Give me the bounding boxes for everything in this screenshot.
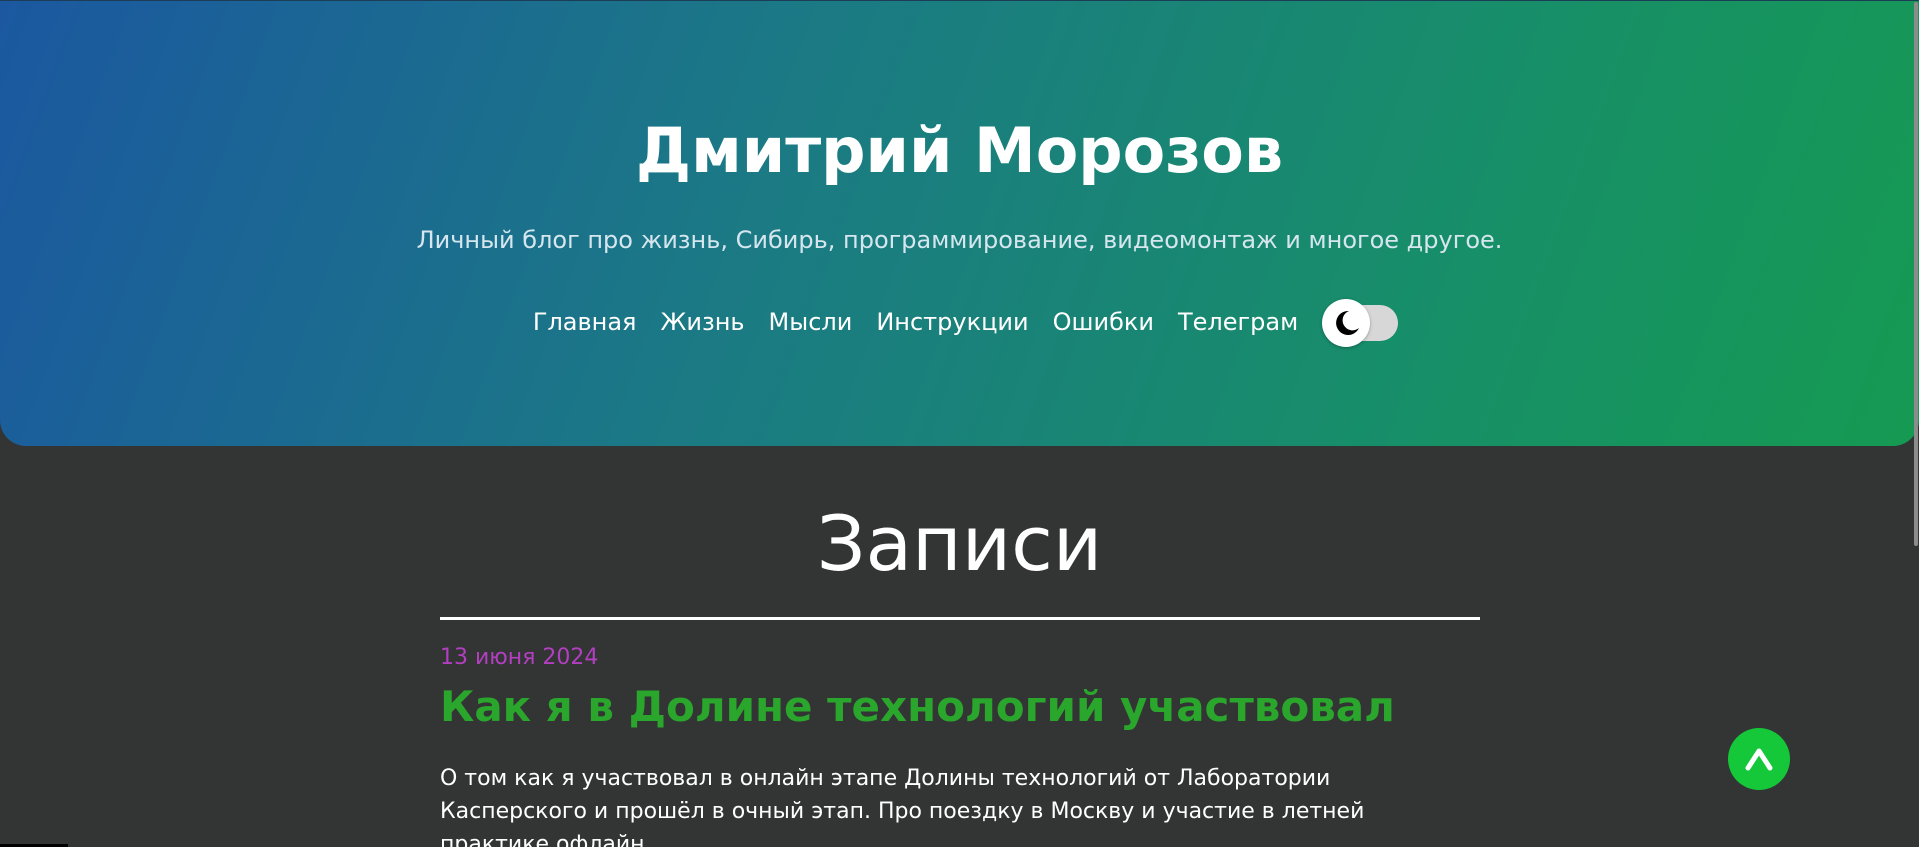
page-scrollbar[interactable] xyxy=(1914,2,1918,546)
nav-item-thoughts[interactable]: Мысли xyxy=(769,302,853,342)
site-subtitle: Личный блог про жизнь, Сибирь, программи… xyxy=(416,226,1503,254)
scroll-to-top-button[interactable] xyxy=(1728,728,1790,790)
nav-item-instructions[interactable]: Инструкции xyxy=(876,302,1028,342)
nav-item-home[interactable]: Главная xyxy=(533,302,637,342)
site-title[interactable]: Дмитрий Морозов xyxy=(0,111,1919,191)
section-divider xyxy=(440,617,1480,620)
section-title: Записи xyxy=(816,499,1103,588)
site-header: Дмитрий Морозов Личный блог про жизнь, С… xyxy=(0,0,1919,446)
moon-icon xyxy=(1336,310,1360,335)
toggle-knob xyxy=(1322,299,1371,347)
post-title-link[interactable]: Как я в Долине технологий участвовал xyxy=(440,679,1395,735)
post-excerpt: О том как я участвовал в онлайн этапе До… xyxy=(440,766,1365,847)
post-date: 13 июня 2024 xyxy=(440,645,599,670)
main-nav: Главная Жизнь Мысли Инструкции Ошибки Те… xyxy=(0,299,1919,347)
chevron-up-icon xyxy=(1745,748,1773,771)
theme-toggle[interactable] xyxy=(1322,299,1399,347)
nav-item-errors[interactable]: Ошибки xyxy=(1053,302,1154,342)
nav-item-telegram[interactable]: Телеграм xyxy=(1178,302,1298,342)
page: Дмитрий Морозов Личный блог про жизнь, С… xyxy=(0,0,1919,847)
nav-item-life[interactable]: Жизнь xyxy=(661,302,745,342)
